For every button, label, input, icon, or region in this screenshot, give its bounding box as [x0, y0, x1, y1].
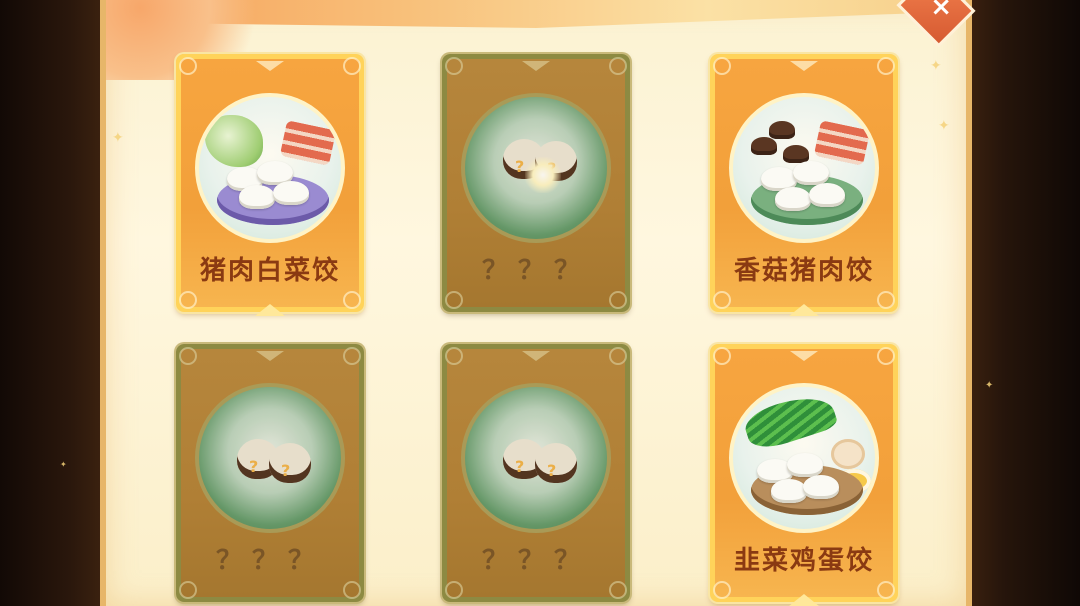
- mystery-dumpling-icon: ? ?: [195, 383, 345, 533]
- close-icon[interactable]: ×: [930, 0, 952, 22]
- sparkle-icon: ✦: [60, 460, 67, 469]
- recipe-card-chive-egg[interactable]: 韭菜鸡蛋饺: [710, 344, 898, 606]
- card-top-ornament: [790, 351, 818, 361]
- recipe-card-pork-cabbage[interactable]: 猪肉白菜饺: [176, 54, 364, 316]
- recipe-card-locked[interactable]: ? ? ？？？: [442, 344, 630, 602]
- card-top-ornament: [522, 351, 550, 361]
- card-label: 韭菜鸡蛋饺: [733, 546, 874, 576]
- card-top-ornament: [790, 61, 818, 71]
- cabbage-pork-dumplings-icon: [195, 93, 345, 243]
- card-top-ornament: [256, 351, 284, 361]
- card-label: ？？？: [215, 546, 324, 576]
- mystery-dumpling-icon: ? ?: [461, 383, 611, 533]
- sparkle-icon: ✦: [112, 130, 124, 146]
- card-bottom-ornament: [255, 304, 285, 316]
- card-bottom-ornament: [789, 304, 819, 316]
- collection-panel: × 猪肉白菜饺 ? ? ？？？: [100, 0, 976, 606]
- recipe-card-locked[interactable]: ? ? ？？？: [176, 344, 364, 602]
- card-label: ？？？: [481, 546, 590, 576]
- sparkle-icon: ✦: [930, 58, 942, 74]
- card-label: ？？？: [481, 256, 590, 286]
- mushroom-pork-dumplings-icon: [729, 93, 879, 243]
- sparkle-icon: ✦: [985, 380, 994, 391]
- card-top-ornament: [256, 61, 284, 71]
- card-label: 猪肉白菜饺: [199, 256, 340, 286]
- sparkle-icon: [525, 157, 561, 193]
- sparkle-icon: ✦: [938, 118, 950, 134]
- mystery-dumpling-icon: ? ?: [461, 93, 611, 243]
- left-background: [0, 0, 100, 606]
- chive-egg-dumplings-icon: [729, 383, 879, 533]
- recipe-card-mushroom-pork[interactable]: 香菇猪肉饺: [710, 54, 898, 316]
- card-label: 香菇猪肉饺: [733, 256, 874, 286]
- right-background: [970, 0, 1080, 606]
- card-top-ornament: [522, 61, 550, 71]
- card-bottom-ornament: [789, 594, 819, 606]
- recipe-card-locked[interactable]: ? ? ？？？: [442, 54, 630, 312]
